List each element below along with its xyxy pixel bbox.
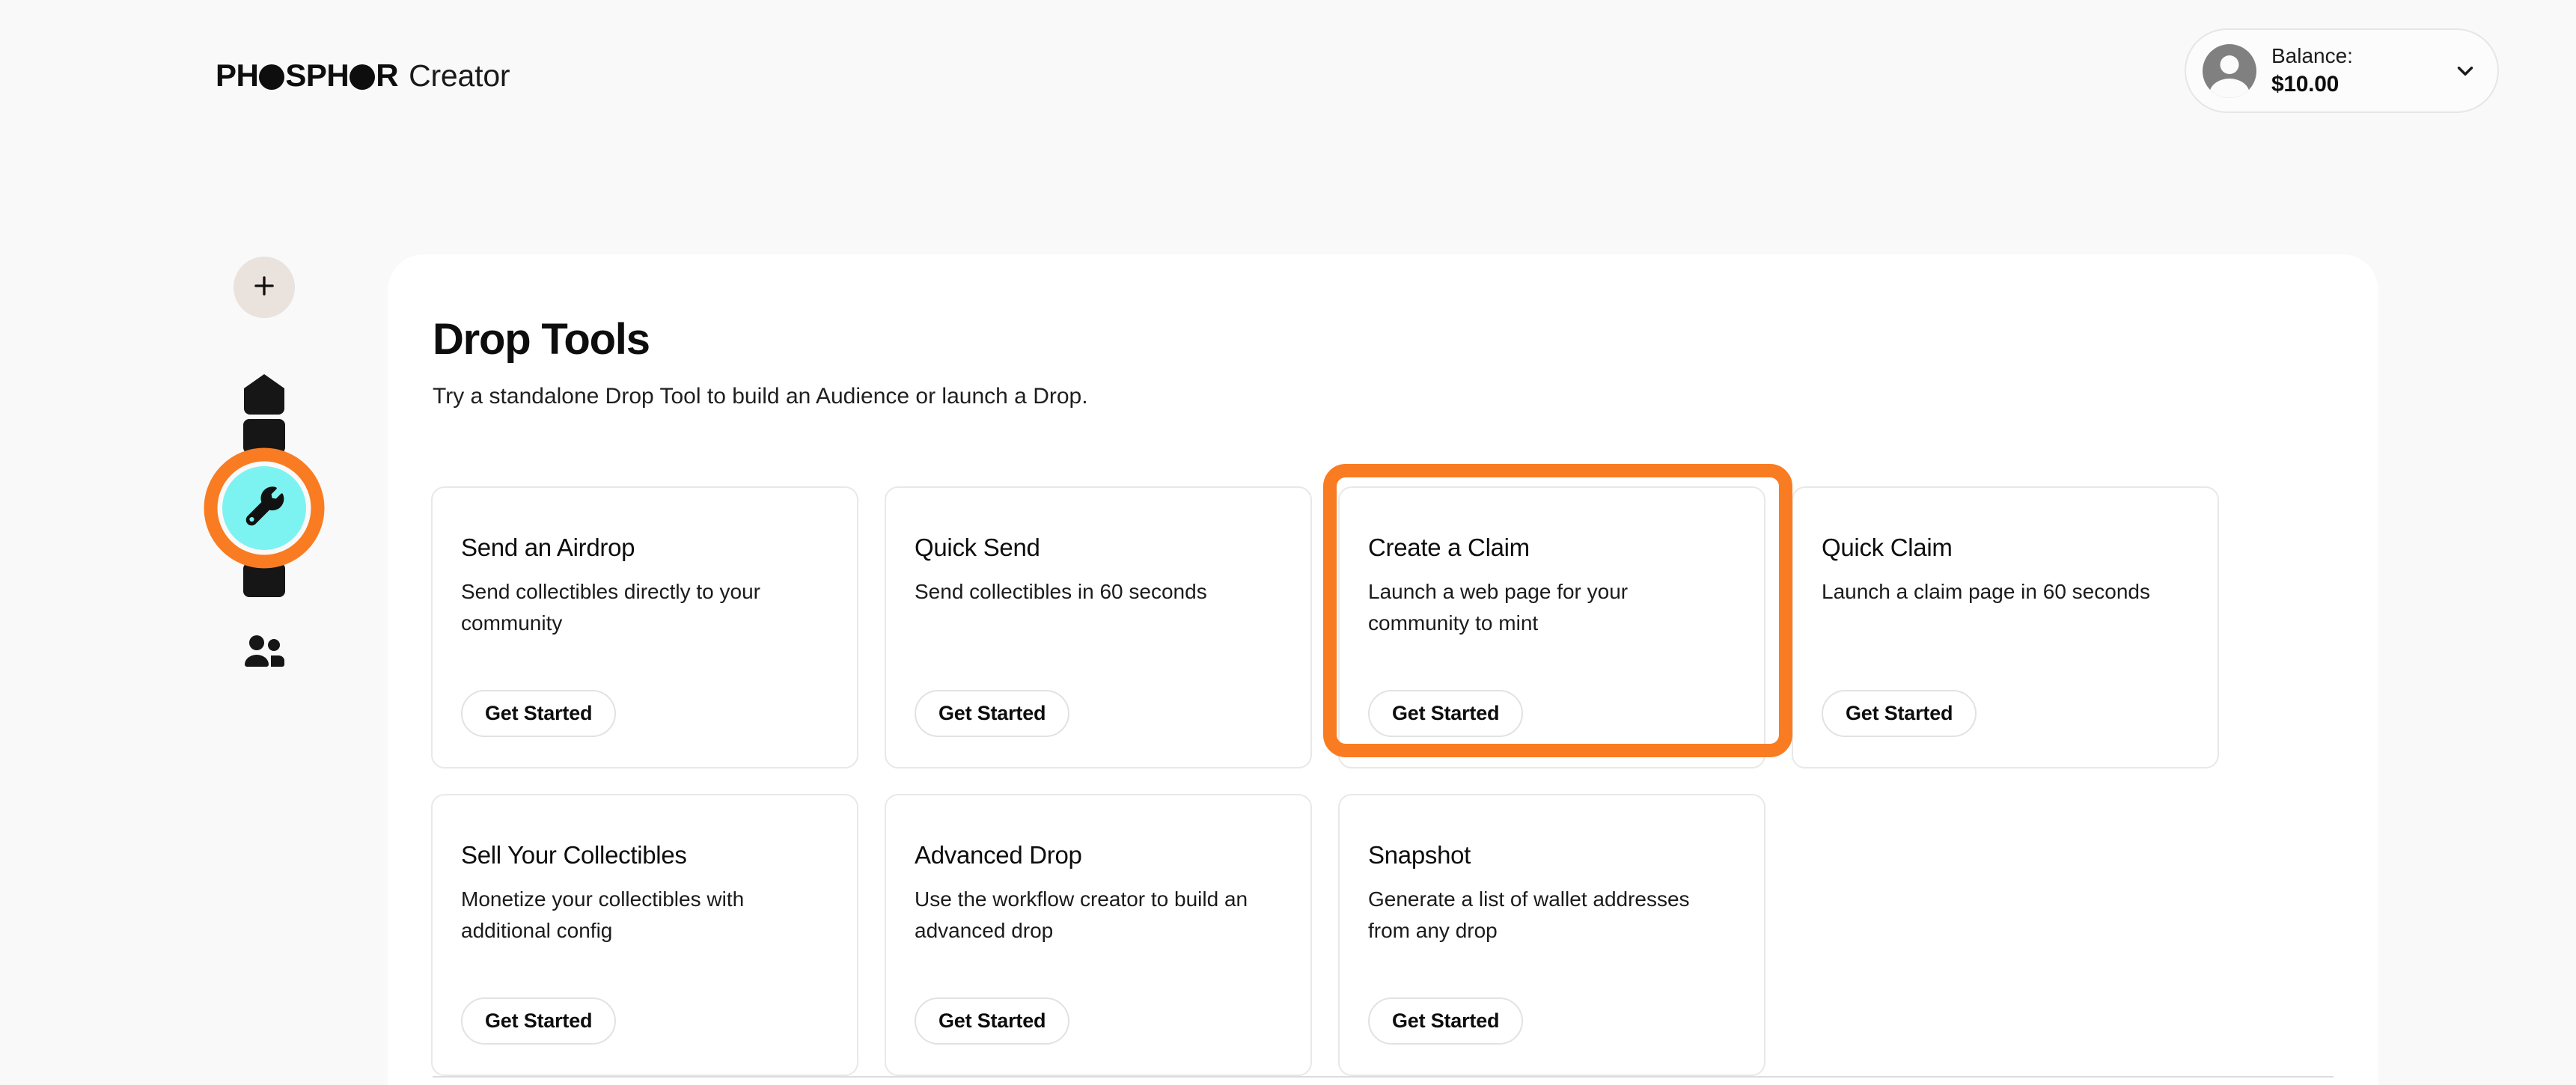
tool-card-title: Quick Claim	[1822, 534, 1953, 561]
tool-card-title: Send an Airdrop	[461, 534, 635, 561]
wrench-icon	[241, 483, 287, 534]
get-started-button[interactable]: Get Started	[915, 690, 1070, 737]
get-started-button[interactable]: Get Started	[461, 690, 617, 737]
tool-card[interactable]: Quick Claim Launch a claim page in 60 se…	[1792, 486, 2219, 768]
sidebar-item-tools[interactable]	[222, 466, 306, 550]
sidebar-item-wallet-top[interactable]	[243, 419, 285, 453]
balance-amount: $10.00	[2271, 72, 2339, 97]
users-icon	[242, 635, 287, 673]
tool-card[interactable]: Quick Send Send collectibles in 60 secon…	[885, 486, 1312, 768]
tool-card-grid: Send an Airdrop Send collectibles direct…	[431, 486, 2317, 1076]
sidebar-item-audience[interactable]	[238, 627, 290, 679]
wallet-icon	[243, 563, 285, 597]
get-started-button[interactable]: Get Started	[1368, 690, 1524, 737]
get-started-button[interactable]: Get Started	[461, 997, 617, 1045]
wallet-icon	[243, 419, 285, 453]
tool-card-title: Advanced Drop	[915, 841, 1082, 869]
account-balance-pill[interactable]: Balance: $10.00	[2185, 28, 2499, 113]
tool-card-title: Quick Send	[915, 534, 1040, 561]
tool-card-description: Launch a web page for your community to …	[1368, 579, 1629, 635]
home-pentagon-icon	[241, 373, 287, 420]
get-started-button[interactable]: Get Started	[915, 997, 1070, 1045]
tool-card-title: Create a Claim	[1368, 534, 1530, 561]
sidebar-item-wallet-bottom[interactable]	[243, 563, 285, 597]
logo-wordmark: PH SPH R	[216, 58, 399, 93]
tool-card-description: Monetize your collectibles with addition…	[461, 887, 745, 942]
tool-card-description: Generate a list of wallet addresses from…	[1368, 887, 1690, 942]
tool-card[interactable]: Sell Your Collectibles Monetize your col…	[431, 794, 858, 1076]
logo-text-r: R	[376, 58, 399, 93]
tool-card-description: Send collectibles directly to your commu…	[461, 579, 760, 635]
tool-card-title: Sell Your Collectibles	[461, 841, 687, 869]
logo-product-name: Creator	[409, 58, 510, 93]
get-started-button[interactable]: Get Started	[1368, 997, 1524, 1045]
logo-o-circle-2	[350, 64, 376, 90]
get-started-button[interactable]: Get Started	[1822, 690, 1977, 737]
tool-card-description: Use the workflow creator to build an adv…	[915, 887, 1248, 942]
tool-card[interactable]: Advanced Drop Use the workflow creator t…	[885, 794, 1312, 1076]
tool-card-title: Snapshot	[1368, 841, 1471, 869]
content-panel: Drop Tools Try a standalone Drop Tool to…	[388, 254, 2378, 1085]
app-header: PH SPH R Creator Balance: $10.00	[0, 0, 2576, 166]
logo-o-circle-1	[259, 64, 285, 90]
sidebar-item-home[interactable]	[238, 370, 290, 422]
tool-card[interactable]: Snapshot Generate a list of wallet addre…	[1338, 794, 1765, 1076]
chevron-down-icon[interactable]	[2453, 58, 2478, 84]
logo-text-ph: PH	[216, 58, 259, 93]
page-subtitle: Try a standalone Drop Tool to build an A…	[433, 384, 1088, 409]
balance-label: Balance:	[2271, 44, 2353, 68]
sidebar-rail	[0, 166, 388, 1085]
balance-block: Balance: $10.00	[2271, 43, 2438, 99]
tool-card[interactable]: Send an Airdrop Send collectibles direct…	[431, 486, 858, 768]
user-avatar-icon	[2203, 43, 2256, 98]
tool-card-description: Send collectibles in 60 seconds	[915, 579, 1207, 603]
plus-icon	[250, 272, 278, 304]
logo-text-sph: SPH	[285, 58, 350, 93]
tool-card-create-a-claim[interactable]: Create a Claim Launch a web page for you…	[1338, 486, 1765, 768]
page-title: Drop Tools	[433, 315, 650, 364]
panel-divider	[433, 1076, 2334, 1078]
sidebar-item-add[interactable]	[234, 257, 295, 318]
tool-card-description: Launch a claim page in 60 seconds	[1822, 579, 2150, 603]
brand-logo[interactable]: PH SPH R Creator	[216, 60, 510, 91]
